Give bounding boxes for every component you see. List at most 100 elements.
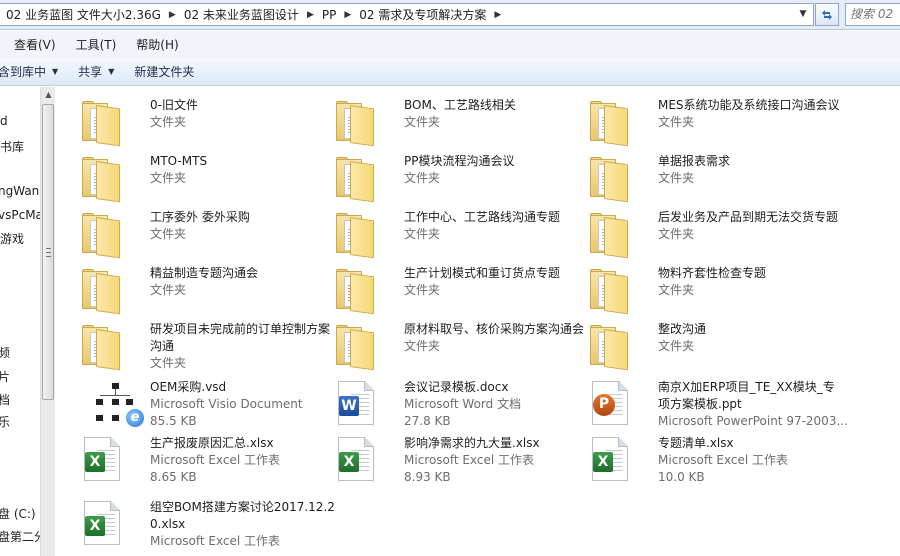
file-name: 生产计划模式和重订货点专题: [404, 266, 561, 280]
folder-item[interactable]: MTO-MTS 文件夹: [76, 151, 326, 207]
folder-icon: [590, 325, 630, 371]
folder-item[interactable]: MES系统功能及系统接口沟通会议 文件夹: [584, 95, 840, 151]
menu-tools[interactable]: 工具(T): [70, 36, 123, 53]
file-text: 生产计划模式和重订货点专题 文件夹: [404, 265, 589, 299]
file-text: MES系统功能及系统接口沟通会议 文件夹: [658, 97, 843, 131]
file-text: 研发项目未完成前的订单控制方案沟通 文件夹: [150, 321, 335, 372]
excel-file-icon: X: [592, 437, 628, 481]
file-type: 文件夹: [404, 339, 441, 353]
folder-item[interactable]: BOM、工艺路线相关 文件夹: [330, 95, 580, 151]
file-item[interactable]: X 影响净需求的九大量.xlsx Microsoft Excel 工作表 8.93 K…: [330, 433, 580, 489]
file-type: Microsoft Excel 工作表: [150, 534, 281, 548]
chevron-down-icon: ▼: [52, 67, 59, 76]
file-list: 0-旧文件 文件夹 BOM、工艺路线相关 文件夹 MES系统功能及系统接口沟通会议 文件夹…: [56, 87, 900, 556]
nav-item[interactable]: vsPcMa: [0, 208, 40, 222]
new-folder-button[interactable]: 新建文件夹: [124, 63, 204, 80]
address-bar[interactable]: 02 业务蓝图 文件大小2.36G ▶ 02 未来业务蓝图设计 ▶ PP ▶ 0…: [0, 3, 814, 26]
file-type: Microsoft Visio Document: [150, 397, 303, 411]
nav-item[interactable]: 片: [0, 368, 10, 385]
file-item[interactable]: e OEM采购.vsd Microsoft Visio Document 85.5 K…: [76, 377, 326, 433]
menu-view[interactable]: 查看(V): [8, 36, 62, 53]
command-bar: 含到库中 ▼ 共享 ▼ 新建文件夹: [0, 58, 900, 86]
scroll-up-icon[interactable]: ▲: [41, 87, 56, 103]
folder-item[interactable]: 0-旧文件 文件夹: [76, 95, 326, 151]
folder-item[interactable]: 后发业务及产品到期无法交货专题 文件夹: [584, 207, 838, 263]
breadcrumb-separator-icon[interactable]: ▶: [167, 10, 178, 20]
file-name: 原材料取号、核价采购方案沟通会: [404, 322, 585, 336]
file-icon-wrapper: [330, 263, 382, 315]
folder-icon: [590, 213, 630, 259]
file-icon-wrapper: [76, 95, 128, 147]
folder-icon: [336, 269, 376, 315]
nav-item[interactable]: 游戏: [0, 230, 24, 247]
search-box[interactable]: [845, 3, 900, 26]
nav-item[interactable]: d: [0, 114, 8, 128]
excel-file-icon: X: [338, 437, 374, 481]
file-type: 文件夹: [404, 115, 441, 129]
file-type: 文件夹: [150, 171, 187, 185]
folder-icon: [82, 213, 122, 259]
nav-scrollbar[interactable]: ▲: [40, 87, 55, 556]
file-text: 物料齐套性检查专题 文件夹: [658, 265, 843, 299]
folder-item[interactable]: PP模块流程沟通会议 文件夹: [330, 151, 580, 207]
folder-icon: [336, 101, 376, 147]
chevron-down-icon[interactable]: ▼: [795, 6, 811, 23]
breadcrumb-separator-icon[interactable]: ▶: [342, 10, 353, 20]
file-item[interactable]: P 南京X加ERP项目_TE_XX模块_专项方案模板.ppt Microsoft P…: [584, 377, 848, 433]
file-name: 专题清单.xlsx: [658, 436, 734, 450]
file-name: 整改沟通: [658, 322, 707, 336]
folder-item[interactable]: 研发项目未完成前的订单控制方案沟通 文件夹: [76, 319, 330, 375]
excel-file-icon: X: [84, 437, 120, 481]
file-item[interactable]: X 组空BOM搭建方案讨论2017.12.20.xlsx Microsoft Exc…: [76, 497, 335, 553]
scrollbar-thumb[interactable]: [42, 104, 54, 400]
word-file-icon: W: [338, 381, 374, 425]
folder-item[interactable]: 工序委外 委外采购 文件夹: [76, 207, 326, 263]
file-name: PP模块流程沟通会议: [404, 154, 515, 168]
file-type: 文件夹: [150, 227, 187, 241]
file-type: 文件夹: [150, 283, 187, 297]
folder-item[interactable]: 原材料取号、核价采购方案沟通会 文件夹: [330, 319, 584, 375]
file-name: BOM、工艺路线相关: [404, 98, 516, 112]
file-type: 文件夹: [658, 115, 695, 129]
folder-item[interactable]: 生产计划模式和重订货点专题 文件夹: [330, 263, 580, 319]
menu-help[interactable]: 帮助(H): [130, 36, 184, 53]
breadcrumb-separator-icon[interactable]: ▶: [305, 10, 316, 20]
file-text: MTO-MTS 文件夹: [150, 153, 335, 187]
file-icon-wrapper: [76, 151, 128, 203]
folder-item[interactable]: 单据报表需求 文件夹: [584, 151, 834, 207]
file-text: 单据报表需求 文件夹: [658, 153, 843, 187]
nav-item[interactable]: ngWan: [0, 184, 39, 198]
navigation-pane: d 书库 ngWan vsPcMa 游戏 频 片 档 乐 盘 (C:) 盘第二分: [0, 87, 40, 556]
include-in-library-button[interactable]: 含到库中 ▼: [0, 63, 68, 80]
share-label: 共享: [78, 65, 103, 79]
file-text: 工作中心、工艺路线沟通专题 文件夹: [404, 209, 589, 243]
file-icon-wrapper: [330, 151, 382, 203]
folder-item[interactable]: 整改沟通 文件夹: [584, 319, 834, 375]
nav-item[interactable]: 书库: [0, 138, 24, 155]
breadcrumb-separator-icon[interactable]: ▶: [492, 10, 503, 20]
breadcrumb-3[interactable]: PP: [316, 8, 342, 22]
file-text: 整改沟通 文件夹: [658, 321, 843, 355]
file-item[interactable]: X 生产报废原因汇总.xlsx Microsoft Excel 工作表 8.65 KB: [76, 433, 326, 489]
nav-item[interactable]: 频: [0, 344, 10, 361]
file-type: Microsoft Word 文档: [404, 397, 522, 411]
share-button[interactable]: 共享 ▼: [68, 63, 124, 80]
ie-icon: e: [126, 409, 144, 427]
folder-item[interactable]: 物料齐套性检查专题 文件夹: [584, 263, 834, 319]
file-type: 文件夹: [404, 283, 441, 297]
breadcrumb-4[interactable]: 02 需求及专项解决方案: [353, 6, 492, 23]
nav-item[interactable]: 乐: [0, 413, 10, 430]
search-input[interactable]: [850, 7, 900, 21]
folder-item[interactable]: 精益制造专题沟通会 文件夹: [76, 263, 326, 319]
nav-item[interactable]: 盘 (C:): [0, 505, 36, 522]
file-item[interactable]: W 会议记录模板.docx Microsoft Word 文档 27.8 KB: [330, 377, 580, 433]
nav-item[interactable]: 盘第二分: [0, 528, 40, 545]
breadcrumb-1[interactable]: 02 业务蓝图 文件大小2.36G: [0, 6, 167, 23]
file-item[interactable]: X 专题清单.xlsx Microsoft Excel 工作表 10.0 KB: [584, 433, 834, 489]
folder-item[interactable]: 工作中心、工艺路线沟通专题 文件夹: [330, 207, 580, 263]
breadcrumb-2[interactable]: 02 未来业务蓝图设计: [178, 6, 305, 23]
refresh-button[interactable]: [815, 3, 839, 26]
file-name: 影响净需求的九大量.xlsx: [404, 436, 540, 450]
file-name: 后发业务及产品到期无法交货专题: [658, 210, 839, 224]
nav-item[interactable]: 档: [0, 391, 10, 408]
